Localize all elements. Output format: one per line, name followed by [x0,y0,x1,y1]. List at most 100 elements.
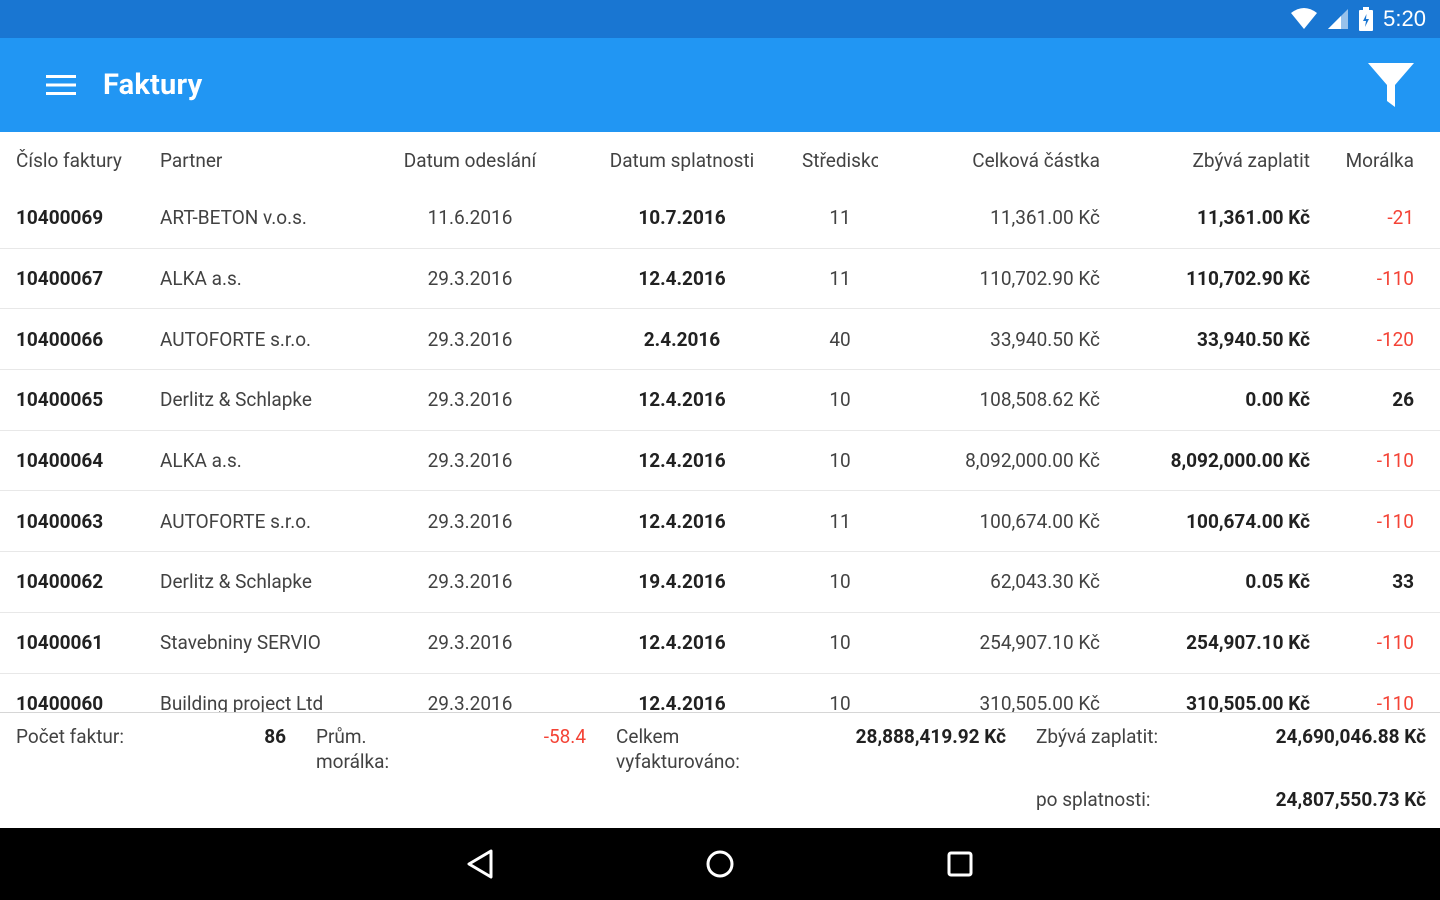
remaining-amount: 100,674.00 Kč [1186,509,1310,533]
partner-name: Stavebniny SERVIO [160,631,321,655]
invoice-number: 10400064 [16,449,104,473]
remaining-amount: 0.00 Kč [1245,388,1310,412]
partner-name: Derlitz & Schlapke [160,388,312,412]
remaining-value: 24,690,046.88 Kč [1275,725,1426,748]
partner-name: Building project Ltd [160,691,324,712]
status-bar: 5:20 [0,0,1440,38]
morale-value: 26 [1392,388,1414,412]
remaining-amount: 254,907.10 Kč [1186,631,1310,655]
partner-name: ALKA a.s. [160,449,242,473]
cost-center: 11 [829,206,851,230]
partner-name: AUTOFORTE s.r.o. [160,509,312,533]
due-date: 10.7.2016 [638,206,726,230]
table-row[interactable]: 10400066 AUTOFORTE s.r.o. 29.3.2016 2.4.201… [0,309,1440,371]
morale-value: -110 [1376,509,1414,533]
partner-name: ALKA a.s. [160,267,242,291]
remaining-label: Zbývá zaplatit: [1036,725,1159,748]
column-header-center[interactable]: Středisko [802,149,878,172]
table-row[interactable]: 10400063 AUTOFORTE s.r.o. 29.3.2016 12.4.20… [0,491,1440,553]
invoice-number: 10400069 [16,206,104,230]
due-date: 12.4.2016 [638,691,726,712]
menu-button[interactable] [31,55,91,115]
sent-date: 29.3.2016 [427,327,513,351]
app-bar: Faktury [0,38,1440,132]
table-row[interactable]: 10400064 ALKA a.s. 29.3.2016 12.4.2016 10 8,0… [0,431,1440,492]
table-header: Číslo faktury Partner Datum odeslání Dat… [0,132,1440,188]
table-body[interactable]: 10400069 ART-BETON v.o.s. 11.6.2016 10.7.20… [0,188,1440,712]
morale-value: -120 [1376,327,1414,351]
page-title: Faktury [103,68,203,102]
due-date: 12.4.2016 [638,449,726,473]
sent-date: 29.3.2016 [427,570,513,594]
cost-center: 40 [829,327,851,351]
home-button[interactable] [695,839,745,889]
table-row[interactable]: 10400060 Building project Ltd 29.3.2016 12.… [0,674,1440,712]
recents-button[interactable] [935,839,985,889]
cost-center: 10 [829,570,851,594]
remaining-amount: 110,702.90 Kč [1186,267,1310,291]
table-row[interactable]: 10400069 ART-BETON v.o.s. 11.6.2016 10.7.20… [0,188,1440,249]
sent-date: 29.3.2016 [427,388,513,412]
due-date: 12.4.2016 [638,631,726,655]
recents-square-icon [947,851,973,877]
cost-center: 11 [829,267,851,291]
partner-name: ART-BETON v.o.s. [160,206,307,230]
table-row[interactable]: 10400067 ALKA a.s. 29.3.2016 12.4.2016 11 110… [0,249,1440,310]
invoice-number: 10400066 [16,327,104,351]
total-amount: 33,940.50 Kč [990,327,1100,351]
back-triangle-icon [467,849,493,879]
due-date: 12.4.2016 [638,267,726,291]
total-amount: 11,361.00 Kč [990,206,1100,230]
overdue-value: 24,807,550.73 Kč [1275,788,1426,811]
column-header-sent-date[interactable]: Datum odeslání [378,149,562,172]
cost-center: 10 [829,631,851,655]
table-row[interactable]: 10400065 Derlitz & Schlapke 29.3.2016 12.4.… [0,370,1440,431]
total-amount: 100,674.00 Kč [979,509,1100,533]
remaining-amount: 11,361.00 Kč [1197,206,1310,230]
hamburger-menu-icon [46,75,76,95]
column-header-due-date[interactable]: Datum splatnosti [562,149,802,172]
total-amount: 62,043.30 Kč [990,570,1100,594]
morale-value: -110 [1376,449,1414,473]
cost-center: 10 [829,449,851,473]
remaining-amount: 8,092,000.00 Kč [1170,449,1310,473]
partner-name: AUTOFORTE s.r.o. [160,327,312,351]
filter-button[interactable] [1366,60,1416,110]
wifi-icon [1291,8,1318,30]
cost-center: 11 [829,509,851,533]
battery-icon [1359,7,1374,31]
sent-date: 29.3.2016 [427,691,513,712]
total-amount: 254,907.10 Kč [979,631,1100,655]
cost-center: 10 [829,691,851,712]
total-amount: 108,508.62 Kč [979,388,1100,412]
sent-date: 29.3.2016 [427,267,513,291]
total-invoiced-label-line2: vyfakturováno: [616,750,740,773]
signal-icon [1327,8,1349,30]
morale-value: -21 [1387,206,1414,230]
total-amount: 110,702.90 Kč [979,267,1100,291]
column-header-remaining[interactable]: Zbývá zaplatit [1100,149,1311,172]
table-row[interactable]: 10400062 Derlitz & Schlapke 29.3.2016 19.4.… [0,552,1440,613]
invoice-number: 10400063 [16,509,104,533]
column-header-partner[interactable]: Partner [158,149,378,172]
system-nav-bar [0,828,1440,900]
invoice-number: 10400065 [16,388,104,412]
column-header-total[interactable]: Celková částka [878,149,1100,172]
cost-center: 10 [829,388,851,412]
morale-value: -110 [1376,691,1414,712]
sent-date: 29.3.2016 [427,631,513,655]
column-header-morale[interactable]: Morálka [1310,149,1428,172]
back-button[interactable] [455,839,505,889]
sent-date: 29.3.2016 [427,509,513,533]
sent-date: 29.3.2016 [427,449,513,473]
column-header-number[interactable]: Číslo faktury [0,149,158,172]
total-invoiced-value: 28,888,419.92 Kč [855,725,1006,748]
remaining-amount: 310,505.00 Kč [1186,691,1310,712]
total-invoiced-label-line1: Celkem [616,725,680,748]
invoice-table: Číslo faktury Partner Datum odeslání Dat… [0,132,1440,712]
invoice-count-value: 86 [264,725,286,748]
due-date: 2.4.2016 [643,327,721,351]
invoice-number: 10400061 [16,631,104,655]
table-row[interactable]: 10400061 Stavebniny SERVIO 29.3.2016 12.4.2… [0,613,1440,674]
due-date: 19.4.2016 [638,570,726,594]
